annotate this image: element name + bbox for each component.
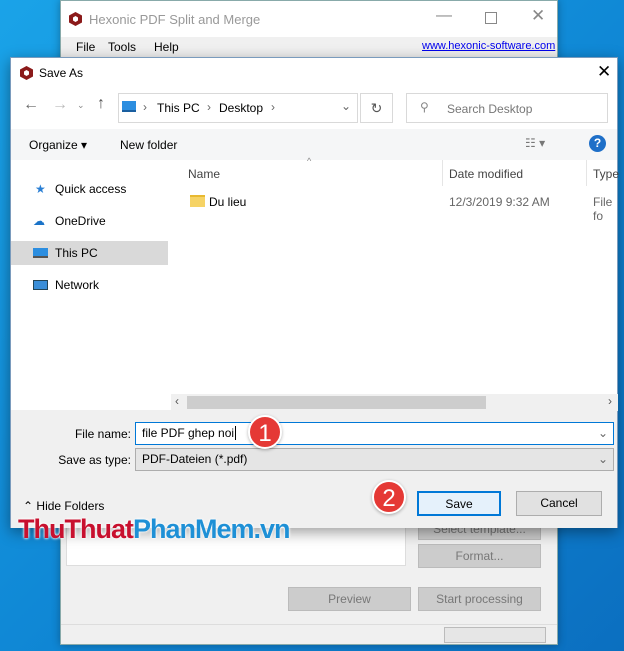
save-as-dialog: Save As ✕ ← → ⌄ ↑ › This PC › Desktop › … xyxy=(10,57,619,528)
column-date-modified[interactable]: Date modified xyxy=(449,167,523,181)
breadcrumb-this-pc[interactable]: This PC xyxy=(157,101,200,115)
step-badge-2: 2 xyxy=(372,480,406,514)
new-folder-button[interactable]: New folder xyxy=(120,138,177,152)
star-icon: ★ xyxy=(35,182,46,196)
dialog-title: Save As xyxy=(39,66,84,80)
refresh-button[interactable]: ↻ xyxy=(360,93,393,123)
preview-button[interactable]: Preview xyxy=(288,587,411,611)
recent-dropdown-icon[interactable]: ⌄ xyxy=(77,100,85,111)
watermark-logo: ThuThuatPhanMem.vn xyxy=(18,514,291,544)
file-name-label: File name: xyxy=(74,427,131,441)
cloud-icon: ☁ xyxy=(33,214,45,228)
nav-this-pc[interactable]: This PC xyxy=(11,241,168,265)
dialog-footer: File name: file PDF ghep noi ⌄ Save as ty… xyxy=(11,410,617,528)
navigation-pane: ★ Quick access ☁ OneDrive This PC Network xyxy=(11,160,169,410)
scroll-left-icon: ‹ xyxy=(175,394,179,408)
breadcrumb-desktop[interactable]: Desktop xyxy=(219,101,263,115)
hexonic-logo-icon xyxy=(20,66,33,80)
nav-onedrive[interactable]: ☁ OneDrive xyxy=(11,209,168,233)
column-name[interactable]: Name xyxy=(188,167,220,181)
file-row[interactable]: Du lieu 12/3/2019 9:32 AM File fo xyxy=(171,192,618,223)
save-as-type-label: Save as type: xyxy=(58,453,131,467)
hexonic-logo-icon xyxy=(69,12,82,26)
file-name: Du lieu xyxy=(209,195,247,209)
forward-arrow-icon[interactable]: → xyxy=(52,96,68,114)
file-date: 12/3/2019 9:32 AM xyxy=(449,195,550,209)
organize-menu[interactable]: Organize ▾ xyxy=(29,138,87,152)
close-button[interactable]: ✕ xyxy=(531,6,545,26)
horizontal-scrollbar[interactable]: ‹ › xyxy=(171,394,618,411)
app-title-bar: Hexonic PDF Split and Merge — ✕ xyxy=(61,1,557,37)
toolbar: Organize ▾ New folder ☷ ▾ ? xyxy=(11,129,617,160)
folder-icon xyxy=(190,195,205,207)
search-placeholder: Search Desktop xyxy=(447,102,533,116)
search-box[interactable]: ⚲ Search Desktop xyxy=(406,93,608,123)
app-title: Hexonic PDF Split and Merge xyxy=(89,12,261,27)
status-bar xyxy=(61,624,557,645)
start-processing-button[interactable]: Start processing xyxy=(418,587,541,611)
nav-network[interactable]: Network xyxy=(11,273,168,297)
progress-bar xyxy=(444,627,546,643)
chevron-up-icon: ⌃ xyxy=(23,499,34,513)
menu-tools[interactable]: Tools xyxy=(108,40,136,54)
hide-folders-toggle[interactable]: ⌃ Hide Folders xyxy=(23,499,104,513)
back-arrow-icon[interactable]: ← xyxy=(23,96,39,114)
address-bar[interactable]: › This PC › Desktop › ⌄ xyxy=(118,93,358,123)
website-link[interactable]: www.hexonic-software.com xyxy=(422,40,555,52)
file-type: File fo xyxy=(593,195,613,223)
cancel-button[interactable]: Cancel xyxy=(516,491,602,516)
chevron-down-icon[interactable]: ⌄ xyxy=(341,99,351,113)
maximize-button[interactable] xyxy=(485,12,497,24)
file-name-input[interactable]: file PDF ghep noi ⌄ xyxy=(135,422,614,445)
close-button[interactable]: ✕ xyxy=(597,62,611,82)
minimize-button[interactable]: — xyxy=(436,7,452,25)
column-type[interactable]: Type xyxy=(593,167,619,181)
menu-file[interactable]: File xyxy=(76,40,95,54)
format-button[interactable]: Format... xyxy=(418,544,541,568)
step-badge-1: 1 xyxy=(248,415,282,449)
menu-help[interactable]: Help xyxy=(154,40,179,54)
menu-bar: File Tools Help www.hexonic-software.com xyxy=(61,37,557,59)
computer-icon xyxy=(33,248,48,258)
search-icon: ⚲ xyxy=(420,100,429,114)
this-pc-icon xyxy=(122,101,136,112)
file-list: ^ Name Date modified Type Du lieu 12/3/2… xyxy=(171,156,619,411)
network-icon xyxy=(33,280,48,290)
nav-quick-access[interactable]: ★ Quick access xyxy=(11,177,168,201)
save-as-type-select[interactable]: PDF-Dateien (*.pdf) ⌄ xyxy=(135,448,614,471)
scrollbar-thumb[interactable] xyxy=(187,396,486,409)
column-headers: Name Date modified Type xyxy=(171,160,619,186)
view-options-icon[interactable]: ☷ ▾ xyxy=(525,136,545,150)
help-icon[interactable]: ? xyxy=(589,135,606,152)
save-button[interactable]: Save xyxy=(417,491,501,516)
up-arrow-icon[interactable]: ↑ xyxy=(97,95,105,113)
scroll-right-icon: › xyxy=(608,394,612,408)
